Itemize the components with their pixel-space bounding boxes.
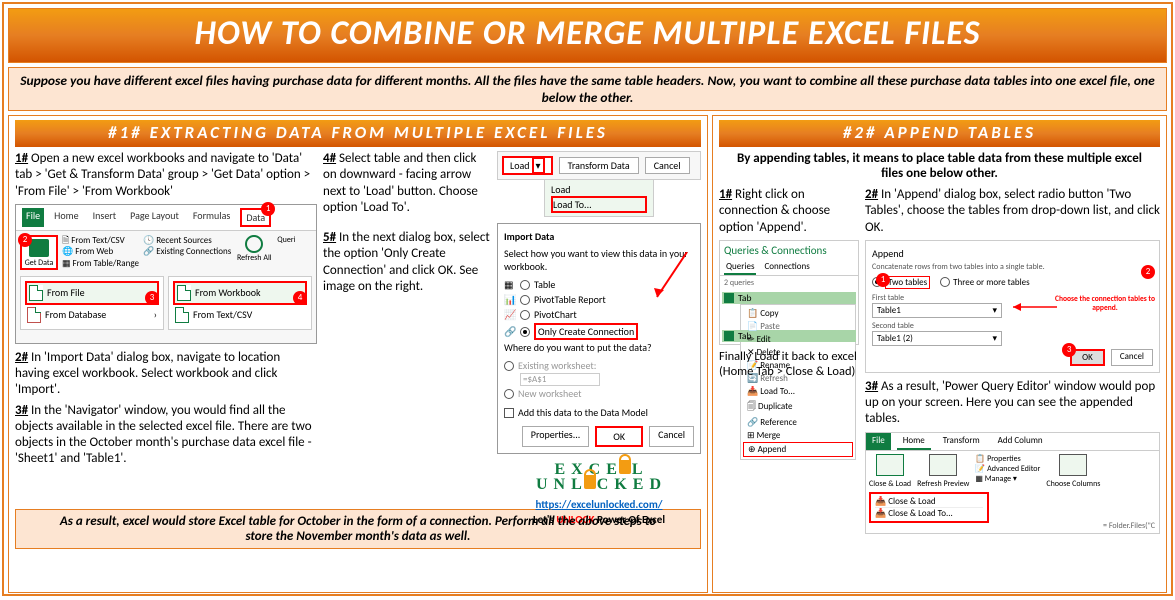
second-table-combo: Table1 (2)▾: [872, 331, 1002, 346]
finally-text: Finally Load it back to excel (Home Tab …: [719, 349, 859, 379]
from-workbook-menu: From Workbook4: [173, 281, 307, 305]
append-menu-item: ⊕ Append: [743, 442, 853, 457]
intro-text: Suppose you have different excel files h…: [8, 67, 1167, 111]
ribbon-tab-data: Data1: [240, 208, 271, 227]
two-tables-radio: Two tables1: [885, 276, 930, 289]
import-data-dialog: Import Data Select how you want to view …: [497, 223, 701, 454]
step-1: 1# Open a new excel workbooks and naviga…: [15, 151, 317, 200]
step2-3: 3# As a result, 'Power Query Editor' win…: [865, 379, 1160, 428]
append-ok-button: OK3: [1070, 349, 1105, 366]
site-link[interactable]: https://excelunlocked.com/: [535, 498, 662, 511]
close-load-dropdown: 📥 Close & Load 📥 Close & Load To...: [869, 492, 989, 523]
append-dialog: Append Concatenate rows from two tables …: [865, 240, 1160, 373]
section-2: #2# APPEND TABLES By appending tables, i…: [712, 115, 1167, 593]
section-2-intro: By appending tables, it means to place t…: [719, 151, 1160, 187]
step-5: 5# In the next dialog box, select the op…: [323, 230, 491, 295]
page-title: HOW TO COMBINE OR MERGE MULTIPLE EXCEL F…: [8, 8, 1167, 63]
section-2-heading: #2# APPEND TABLES: [719, 120, 1160, 147]
load-bar: Load▾ Transform Data Cancel: [497, 151, 701, 180]
step2-1: 1# Right click on connection & choose op…: [719, 187, 859, 236]
step-4: 4# Select table and then click on downwa…: [323, 151, 491, 216]
queries-connections-panel: Queries & Connections QueriesConnections…: [719, 240, 859, 345]
step2-2: 2# In 'Append' dialog box, select radio …: [865, 187, 1160, 236]
load-to-option: Load To...: [551, 196, 647, 213]
close-load-button: [876, 454, 904, 476]
red-note: Choose the connection tables to append.: [1055, 295, 1155, 313]
power-query-editor-screenshot: File Home Transform Add Column Close & L…: [865, 432, 1160, 534]
excel-ribbon-screenshot: File Home Insert Page Layout Formulas Da…: [15, 204, 317, 344]
only-create-connection-option: Only Create Connection: [534, 323, 638, 340]
context-menu: 📋 Copy 📄 Paste ✏ Edit ✕ Delete 📝 Rename …: [740, 304, 856, 460]
step-2: 2# In 'Import Data' dialog box, navigate…: [15, 350, 317, 399]
load-dropdown: Load Load To...: [544, 179, 654, 217]
ok-button: OK: [595, 426, 643, 447]
get-data-button: Get Data 2: [20, 235, 58, 270]
section-1: #1# EXTRACTING DATA FROM MULTIPLE EXCEL …: [8, 115, 708, 593]
first-table-combo: Table1▾: [872, 303, 1002, 318]
ribbon-tab-file: File: [22, 208, 44, 227]
section-1-heading: #1# EXTRACTING DATA FROM MULTIPLE EXCEL …: [15, 120, 701, 147]
load-button: Load▾: [502, 156, 553, 175]
step-3: 3# In the 'Navigator' window, you would …: [15, 403, 317, 468]
result-note: As a result, excel would store Excel tab…: [15, 509, 701, 549]
from-file-menu: From File›3: [25, 281, 159, 305]
